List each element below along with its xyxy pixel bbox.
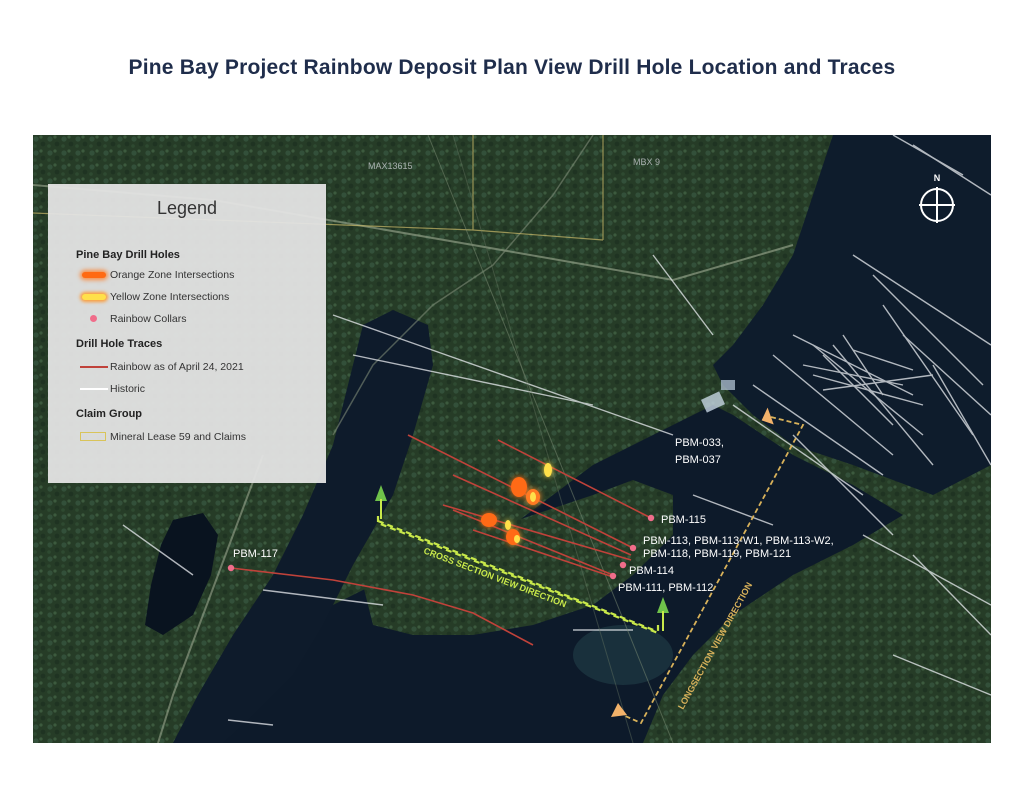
label-pbm-113: PBM-113, PBM-113-W1, PBM-113-W2, — [643, 535, 834, 547]
legend-item-label: Rainbow Collars — [110, 313, 187, 325]
orange-intersection — [511, 477, 527, 497]
legend-item-collars: Rainbow Collars — [76, 312, 186, 326]
legend: Legend Pine Bay Drill Holes Orange Zone … — [48, 184, 326, 483]
label-pbm-033: PBM-033, — [675, 437, 724, 449]
collar-pbm-117 — [227, 564, 235, 572]
collar-symbol — [76, 312, 110, 326]
orange-zone-symbol — [76, 268, 110, 282]
shallow-water — [573, 625, 673, 685]
legend-item-label: Orange Zone Intersections — [110, 269, 235, 281]
legend-item-orange-zone: Orange Zone Intersections — [76, 268, 234, 282]
collar-pbm-114 — [619, 561, 627, 569]
yellow-intersection — [544, 463, 552, 477]
legend-item-label: Mineral Lease 59 and Claims — [110, 431, 246, 443]
label-pbm-037: PBM-037 — [675, 454, 721, 466]
orange-intersection — [481, 513, 497, 527]
label-pbm-118: PBM-118, PBM-119, PBM-121 — [643, 548, 791, 560]
label-pbm-111: PBM-111, PBM-112 — [618, 582, 713, 594]
legend-item-rainbow-trace: Rainbow as of April 24, 2021 — [76, 360, 244, 374]
claim-label: MAX13615 — [368, 161, 413, 171]
yellow-intersection — [505, 520, 511, 530]
legend-item-yellow-zone: Yellow Zone Intersections — [76, 290, 229, 304]
yellow-intersection — [530, 492, 536, 502]
map: N MAX13615 MBX 9 PBM-033, PBM-037 PBM-11… — [33, 135, 991, 743]
legend-item-label: Rainbow as of April 24, 2021 — [110, 361, 244, 373]
white-trace-symbol — [76, 382, 110, 396]
legend-item-label: Yellow Zone Intersections — [110, 291, 230, 303]
yellow-intersection — [514, 535, 520, 543]
legend-title: Legend — [156, 198, 218, 218]
label-pbm-117: PBM-117 — [233, 548, 278, 560]
legend-heading-claims: Claim Group — [76, 408, 143, 420]
legend-item-historic-trace: Historic — [76, 382, 145, 396]
legend-item-claims: Mineral Lease 59 and Claims — [76, 430, 246, 444]
legend-heading-drill-holes: Pine Bay Drill Holes — [76, 249, 180, 261]
legend-heading-traces: Drill Hole Traces — [76, 338, 163, 350]
claim-label: MBX 9 — [633, 157, 660, 167]
collar-pbm-111 — [609, 572, 617, 580]
north-arrow-label: N — [934, 173, 941, 183]
claim-box-symbol — [76, 430, 110, 444]
yellow-zone-symbol — [76, 290, 110, 304]
legend-item-label: Historic — [110, 383, 146, 395]
label-pbm-114: PBM-114 — [629, 565, 674, 577]
page-title: Pine Bay Project Rainbow Deposit Plan Vi… — [128, 56, 896, 79]
label-pbm-115: PBM-115 — [661, 514, 706, 526]
red-trace-symbol — [76, 360, 110, 374]
collar-pbm-115 — [647, 514, 655, 522]
collar-pbm-113 — [629, 544, 637, 552]
